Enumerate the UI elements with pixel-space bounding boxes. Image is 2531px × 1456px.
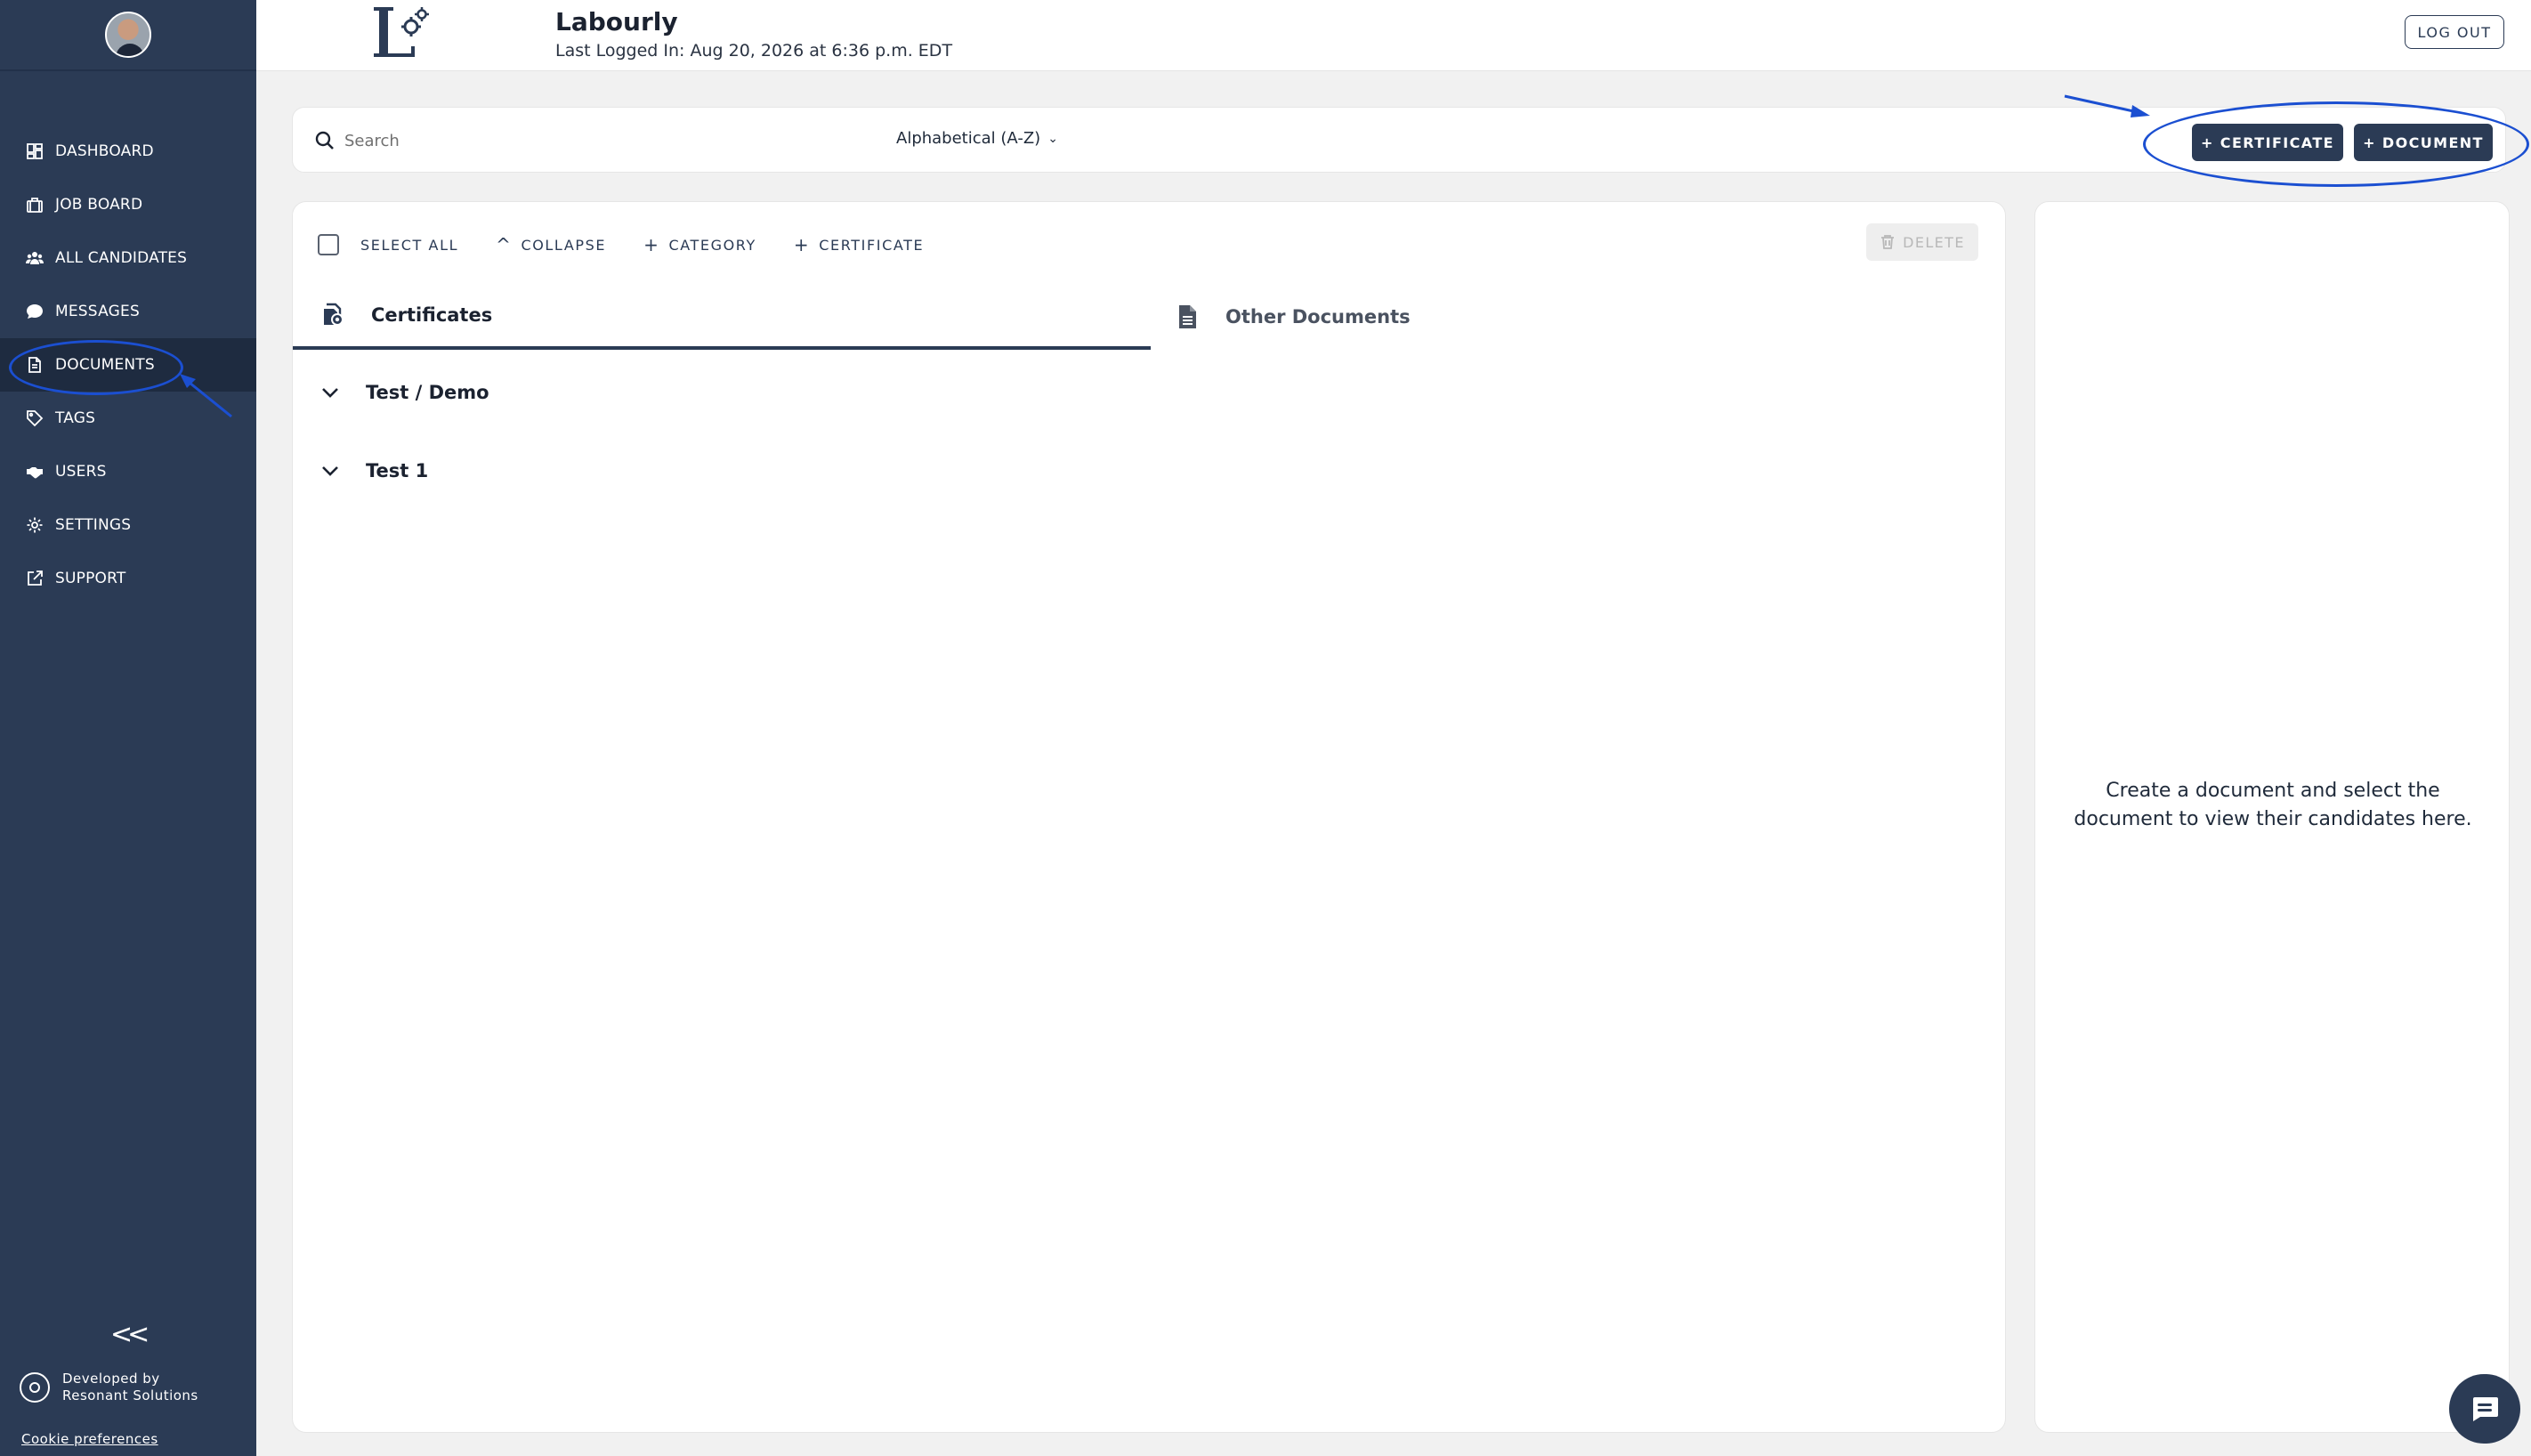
chat-bubble-icon (2473, 1397, 2498, 1421)
sidebar-item-messages[interactable]: MESSAGES (0, 285, 256, 338)
gear-icon (25, 515, 44, 535)
collapse-button[interactable]: ^ COLLAPSE (496, 234, 606, 255)
sidebar-item-label: ALL CANDIDATES (55, 249, 188, 267)
top-header: Labourly Last Logged In: Aug 20, 2026 at… (256, 0, 2531, 71)
chevron-down-icon[interactable] (319, 460, 341, 481)
chevron-down-icon[interactable] (319, 382, 341, 403)
select-all-button[interactable]: SELECT ALL (360, 237, 458, 254)
logout-button[interactable]: LOG OUT (2405, 15, 2504, 49)
briefcase-icon (25, 195, 44, 214)
delete-label: DELETE (1903, 233, 1965, 251)
external-link-icon (25, 569, 44, 588)
sidebar-item-label: SETTINGS (55, 516, 132, 534)
chevron-down-icon: ⌄ (1047, 131, 1058, 146)
sort-dropdown[interactable]: Alphabetical (A-Z) ⌄ (896, 129, 1058, 148)
dashboard-icon (25, 142, 44, 161)
tab-other-documents[interactable]: Other Documents (1174, 284, 1708, 350)
sidebar-item-label: JOB BOARD (55, 196, 143, 214)
plus-icon: + (643, 234, 660, 255)
people-icon (25, 248, 44, 268)
developer-credit: Developed by Resonant Solutions (20, 1371, 198, 1404)
tab-certificates-label: Certificates (371, 304, 493, 326)
sidebar-item-label: USERS (55, 463, 107, 481)
certificate-label: CERTIFICATE (819, 236, 925, 254)
search-input[interactable] (344, 124, 789, 158)
tab-certificates[interactable]: Certificates (293, 284, 1151, 350)
handshake-icon (25, 462, 44, 481)
category-row[interactable]: Test / Demo (293, 353, 2007, 432)
sidebar-header (0, 0, 256, 71)
sidebar-item-job-board[interactable]: JOB BOARD (0, 178, 256, 231)
sidebar-item-label: TAGS (55, 409, 96, 427)
developer-line-2: Resonant Solutions (62, 1387, 198, 1403)
sidebar-item-label: SUPPORT (55, 570, 126, 587)
category-list: Test / Demo Test 1 (293, 353, 2007, 510)
sidebar-item-dashboard[interactable]: DASHBOARD (0, 125, 256, 178)
candidates-detail-panel: Create a document and select the documen… (2034, 201, 2510, 1433)
plus-icon: + (793, 234, 811, 255)
tag-icon (25, 408, 44, 428)
select-all-checkbox[interactable] (318, 234, 339, 255)
sidebar-item-label: MESSAGES (55, 303, 140, 320)
annotation-oval-documents (9, 340, 183, 395)
sidebar-item-support[interactable]: SUPPORT (0, 552, 256, 605)
collapse-sidebar-icon[interactable]: << (110, 1319, 150, 1350)
sidebar-item-all-candidates[interactable]: ALL CANDIDATES (0, 231, 256, 285)
empty-state-message: Create a document and select the documen… (2074, 780, 2472, 830)
tab-other-documents-label: Other Documents (1225, 306, 1411, 328)
avatar[interactable] (105, 12, 151, 58)
category-name: Test / Demo (366, 382, 489, 403)
sidebar: DASHBOARD JOB BOARD ALL CANDIDATES MESSA… (0, 0, 256, 1456)
annotation-arrow-buttons (2064, 94, 2150, 117)
resonant-logo-icon (20, 1372, 50, 1403)
documents-toolbar: SELECT ALL ^ COLLAPSE + CATEGORY + CERTIFIC… (318, 229, 961, 261)
add-certificate-toolbar-button[interactable]: + CERTIFICATE (794, 234, 924, 255)
category-label: CATEGORY (668, 236, 756, 254)
labourly-logo-icon[interactable] (368, 4, 429, 62)
document-icon (1179, 305, 1196, 328)
annotation-arrow-documents (180, 374, 232, 418)
trash-icon (1881, 235, 1895, 249)
sort-label: Alphabetical (A-Z) (896, 129, 1041, 148)
search-icon (315, 131, 334, 150)
sidebar-item-label: DASHBOARD (55, 142, 154, 160)
annotation-oval-buttons (2143, 101, 2529, 187)
select-all-label: SELECT ALL (360, 236, 459, 254)
chat-widget-button[interactable] (2449, 1374, 2520, 1444)
sidebar-item-settings[interactable]: SETTINGS (0, 498, 256, 552)
chat-icon (25, 302, 44, 321)
sidebar-item-users[interactable]: USERS (0, 445, 256, 498)
category-row[interactable]: Test 1 (293, 432, 2007, 510)
add-category-button[interactable]: + CATEGORY (643, 234, 756, 255)
documents-panel: SELECT ALL ^ COLLAPSE + CATEGORY + CERTIFIC… (292, 201, 2006, 1433)
cookie-preferences-link[interactable]: Cookie preferences (21, 1431, 158, 1447)
developer-line-1: Developed by (62, 1371, 160, 1387)
collapse-label: COLLAPSE (521, 236, 607, 254)
category-name: Test 1 (366, 460, 429, 481)
document-tabs: Certificates Other Documents (293, 284, 2007, 350)
certificate-icon (324, 303, 344, 326)
app-title: Labourly (555, 7, 678, 36)
last-logged-in: Last Logged In: Aug 20, 2026 at 6:36 p.m… (555, 41, 953, 61)
delete-button[interactable]: DELETE (1866, 223, 1978, 261)
chevron-up-icon: ^ (496, 234, 513, 255)
